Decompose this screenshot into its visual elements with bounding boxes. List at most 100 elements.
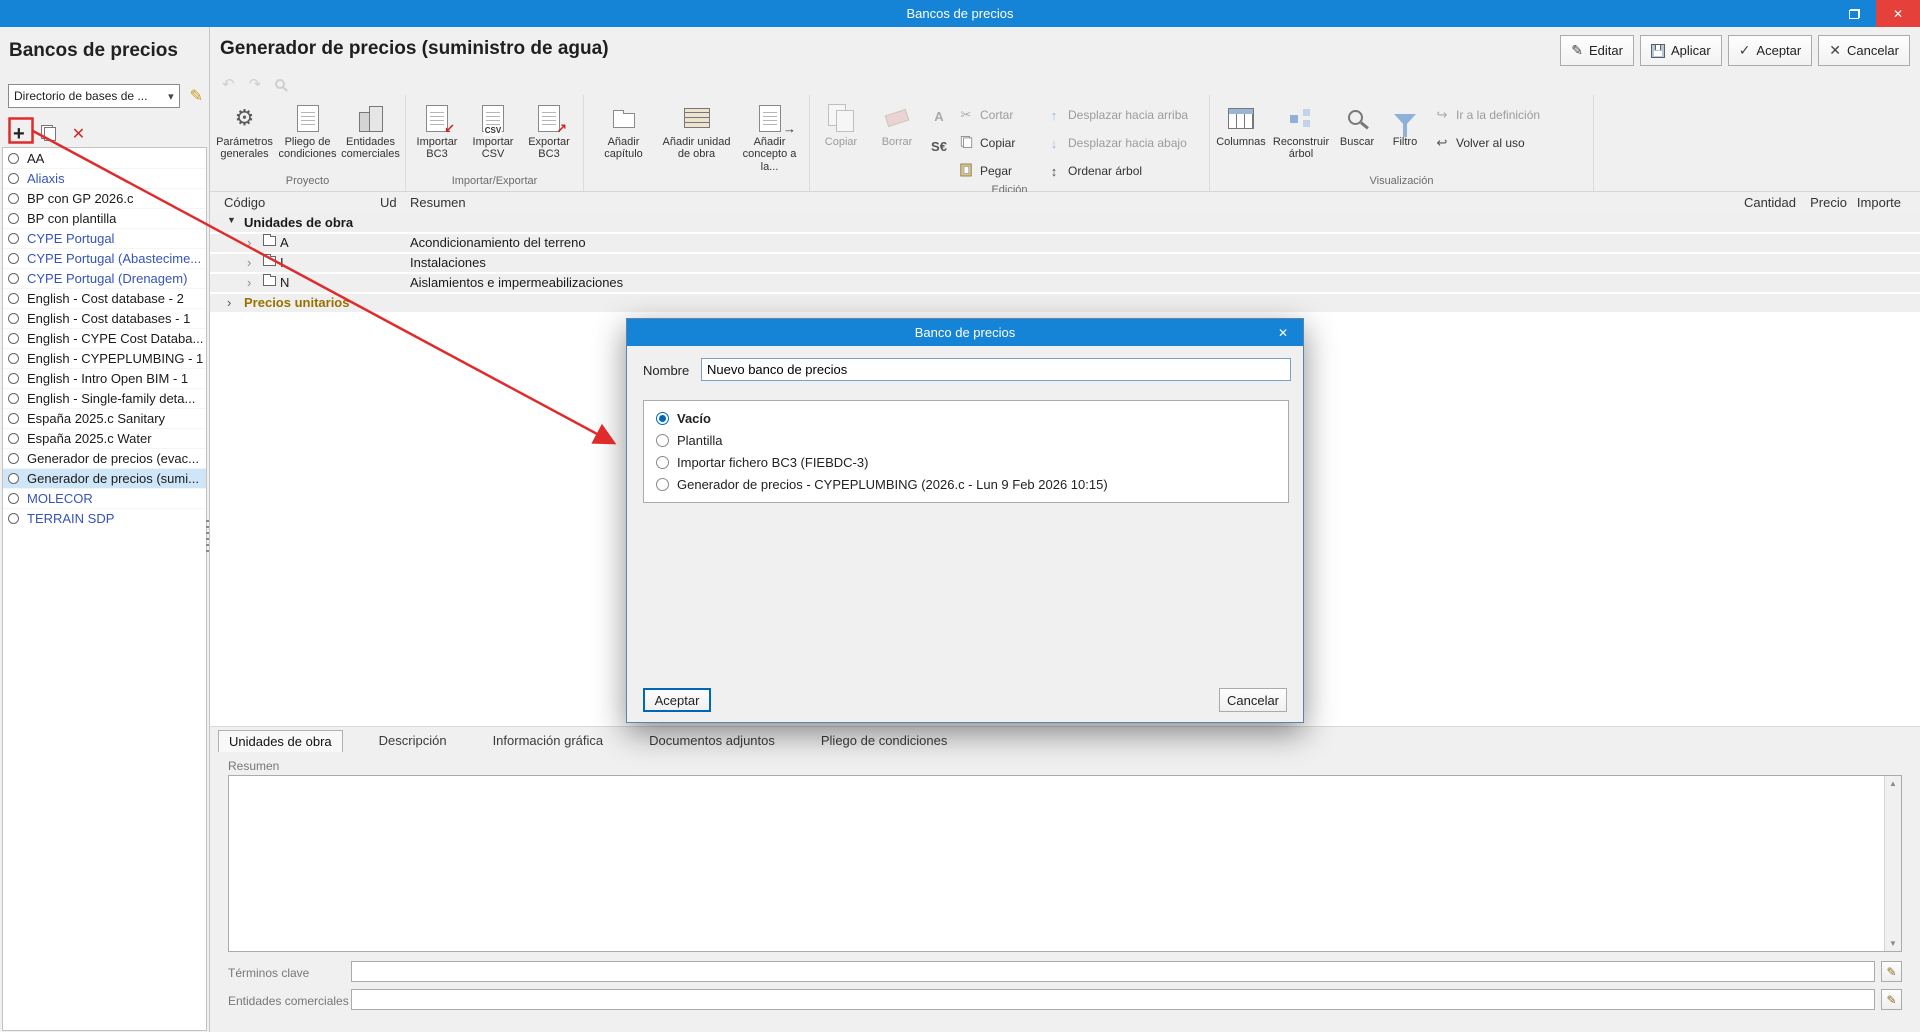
bank-list-item[interactable]: CYPE Portugal (Drenagem) — [3, 268, 206, 288]
bank-list-item[interactable]: Aliaxis — [3, 168, 206, 188]
aplicar-button[interactable]: Aplicar — [1639, 35, 1722, 66]
vertical-scrollbar[interactable]: ▲ ▼ — [1884, 776, 1901, 951]
bank-list-item-selected[interactable]: Generador de precios (sumi... — [3, 468, 206, 488]
ordenar-arbol-button[interactable]: ↕ Ordenar árbol — [1042, 159, 1194, 183]
tab-informacion-grafica[interactable]: Información gráfica — [483, 730, 614, 751]
radio-selected-icon[interactable] — [656, 412, 669, 425]
cortar-button[interactable]: ✂ Cortar — [954, 103, 1040, 127]
zoom-button[interactable] — [275, 76, 286, 93]
edit-terminos-button[interactable]: ✎ — [1881, 961, 1902, 982]
copiar-button[interactable]: Copiar — [954, 131, 1040, 155]
chevron-collapsed-icon[interactable]: › — [227, 295, 231, 310]
anadir-concepto-button[interactable]: → Añadir concepto a la... — [734, 98, 805, 174]
bank-list-item[interactable]: BP con GP 2026.c — [3, 188, 206, 208]
chevron-expanded-icon[interactable]: ▼ — [227, 215, 236, 225]
bank-list-item[interactable]: English - Single-family deta... — [3, 388, 206, 408]
bank-list-item[interactable]: Generador de precios (evac... — [3, 448, 206, 468]
borrar-button[interactable]: Borrar — [870, 98, 924, 183]
reconstruir-arbol-button[interactable]: Reconstruir árbol — [1270, 98, 1332, 174]
chevron-collapsed-icon[interactable]: › — [247, 255, 251, 270]
option-importar-bc3[interactable]: Importar fichero BC3 (FIEBDC-3) — [656, 454, 1276, 471]
bank-list-item[interactable]: CYPE Portugal (Abastecime... — [3, 248, 206, 268]
radio-icon[interactable] — [656, 456, 669, 469]
tree-row-chapter-n[interactable]: › N Aislamientos e impermeabilizaciones — [210, 274, 1920, 292]
entidades-comerciales-input[interactable] — [351, 989, 1875, 1010]
option-label: Vacío — [677, 411, 711, 426]
chevron-collapsed-icon[interactable]: › — [247, 275, 251, 290]
editar-button[interactable]: ✎ Editar — [1560, 35, 1634, 66]
grid-column-headers: Código Ud Resumen Cantidad Precio Import… — [210, 192, 1920, 214]
importar-bc3-button[interactable]: ↙ Importar BC3 — [410, 98, 464, 174]
bank-list-item[interactable]: English - Intro Open BIM - 1 — [3, 368, 206, 388]
pegar-button[interactable]: Pegar — [954, 159, 1040, 183]
desplazar-abajo-button[interactable]: ↓ Desplazar hacia abajo — [1042, 131, 1194, 155]
restore-button[interactable] — [1832, 0, 1876, 27]
bank-list-item[interactable]: España 2025.c Water — [3, 428, 206, 448]
ir-definicion-button[interactable]: ↪ Ir a la definición — [1430, 103, 1580, 127]
cancelar-button[interactable]: ✕ Cancelar — [1818, 35, 1910, 66]
undo-button[interactable]: ↶ — [222, 75, 235, 93]
delete-bank-button[interactable]: ✕ — [72, 124, 85, 144]
tab-pliego-condiciones[interactable]: Pliego de condiciones — [811, 730, 957, 751]
scroll-up-icon[interactable]: ▲ — [1889, 779, 1897, 788]
tree-row-unidades-de-obra[interactable]: ▼ Unidades de obra — [210, 214, 1920, 232]
aceptar-button[interactable]: ✓ Aceptar — [1727, 35, 1813, 66]
tab-unidades-de-obra[interactable]: Unidades de obra — [218, 729, 343, 752]
letter-a-icon: A — [934, 108, 944, 124]
parametros-generales-button[interactable]: ⚙ Parámetros generales — [214, 98, 275, 174]
columnas-button[interactable]: Columnas — [1214, 98, 1268, 174]
close-button[interactable]: ✕ — [1876, 0, 1920, 27]
check-icon: ✓ — [1738, 42, 1751, 58]
radio-icon[interactable] — [656, 434, 669, 447]
exportar-bc3-button[interactable]: ↗ Exportar BC3 — [522, 98, 576, 174]
bank-list-item[interactable]: English - Cost databases - 1 — [3, 308, 206, 328]
importar-csv-button[interactable]: CSV Importar CSV — [466, 98, 520, 174]
tree-row-chapter-a[interactable]: › A Acondicionamiento del terreno — [210, 234, 1920, 252]
bank-list-item[interactable]: AA — [3, 148, 206, 168]
bank-list-item[interactable]: MOLECOR — [3, 488, 206, 508]
option-plantilla[interactable]: Plantilla — [656, 432, 1276, 449]
anadir-unidad-obra-button[interactable]: Añadir unidad de obra — [661, 98, 732, 174]
entidades-comerciales-button[interactable]: Entidades comerciales — [340, 98, 401, 174]
scroll-down-icon[interactable]: ▼ — [1889, 939, 1897, 948]
edit-directory-button[interactable]: ✎ — [190, 86, 203, 106]
tab-documentos-adjuntos[interactable]: Documentos adjuntos — [639, 730, 785, 751]
tree-row-chapter-i[interactable]: › I Instalaciones — [210, 254, 1920, 272]
tab-descripcion[interactable]: Descripción — [369, 730, 457, 751]
dialog-aceptar-button[interactable]: Aceptar — [643, 688, 711, 712]
copiar-big-button[interactable]: Copiar — [814, 98, 868, 183]
redo-button[interactable]: ↷ — [249, 75, 262, 93]
volver-uso-button[interactable]: ↩ Volver al uso — [1430, 131, 1580, 155]
radio-icon — [8, 173, 19, 184]
radio-icon[interactable] — [656, 478, 669, 491]
chevron-collapsed-icon[interactable]: › — [247, 235, 251, 250]
desplazar-arriba-button[interactable]: ↑ Desplazar hacia arriba — [1042, 103, 1194, 127]
bank-list-item[interactable]: TERRAIN SDP — [3, 508, 206, 528]
filtro-button[interactable]: Filtro — [1382, 98, 1428, 174]
pliego-condiciones-button[interactable]: Pliego de condiciones — [277, 98, 338, 174]
sidebar-splitter[interactable] — [206, 520, 209, 554]
dialog-close-button[interactable]: ✕ — [1263, 319, 1303, 346]
option-vacio[interactable]: Vacío — [656, 410, 1276, 427]
terminos-clave-input[interactable] — [351, 961, 1875, 982]
anadir-capitulo-button[interactable]: Añadir capítulo — [588, 98, 659, 174]
bank-list-item[interactable]: English - Cost database - 2 — [3, 288, 206, 308]
search-icon — [1334, 100, 1380, 136]
tree-row-precios-unitarios[interactable]: › Precios unitarios — [210, 294, 1920, 312]
divisa-button[interactable]: S€ — [926, 133, 952, 159]
buscar-button[interactable]: Buscar — [1334, 98, 1380, 174]
option-generador-cypeplumbing[interactable]: Generador de precios - CYPEPLUMBING (202… — [656, 476, 1276, 493]
bank-list-item[interactable]: English - CYPEPLUMBING - 1 — [3, 348, 206, 368]
nombre-input[interactable] — [701, 358, 1291, 381]
copy-bank-button[interactable] — [40, 124, 56, 144]
bank-list-item[interactable]: CYPE Portugal — [3, 228, 206, 248]
resumen-textarea[interactable]: ▲ ▼ — [228, 775, 1902, 952]
edit-entidades-button[interactable]: ✎ — [1881, 989, 1902, 1010]
bank-list-item[interactable]: BP con plantilla — [3, 208, 206, 228]
dialog-cancelar-button[interactable]: Cancelar — [1219, 688, 1287, 712]
bank-list-item[interactable]: English - CYPE Cost Databa... — [3, 328, 206, 348]
editar-texto-button[interactable]: A — [926, 103, 952, 129]
bank-list-item[interactable]: España 2025.c Sanitary — [3, 408, 206, 428]
add-bank-button[interactable]: + — [13, 124, 25, 144]
directory-select[interactable]: Directorio de bases de ... ▾ — [8, 84, 180, 108]
